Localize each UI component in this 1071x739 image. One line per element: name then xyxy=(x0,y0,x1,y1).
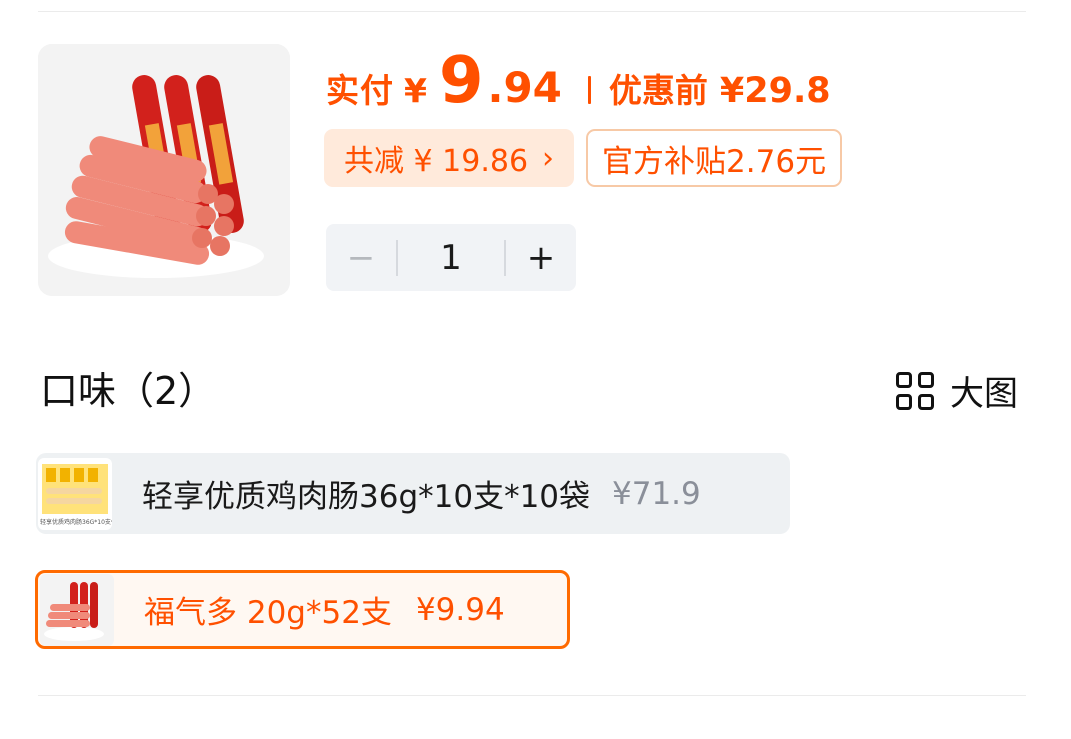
discount-tags: 共减 ¥ 19.86 › 官方补贴2.76元 xyxy=(324,129,843,187)
price-row: 实付 ¥ 9 .94 优惠前 ¥29.8 xyxy=(326,44,831,124)
variant-thumb-caption: 轻享优质鸡肉肠36G*10支*10袋 xyxy=(40,518,112,526)
paid-currency: ¥ xyxy=(404,71,427,110)
variant-name: 轻享优质鸡肉肠36g*10支*10袋 xyxy=(142,479,591,515)
total-discount-tag[interactable]: 共减 ¥ 19.86 › xyxy=(324,129,575,187)
top-divider xyxy=(38,11,1026,12)
original-price: ¥29.8 xyxy=(719,71,831,111)
variant-thumbnail: 轻享优质鸡肉肠36G*10支*10袋 xyxy=(38,457,112,530)
increase-button[interactable]: + xyxy=(506,238,576,278)
subsidy-text: 官方补贴2.76元 xyxy=(602,143,827,180)
variant-name: 福气多 20g*52支 xyxy=(144,595,392,631)
price-separator xyxy=(587,76,591,104)
product-image[interactable] xyxy=(38,44,290,296)
variant-price: ¥9.94 xyxy=(415,591,505,628)
variant-option-selected[interactable]: 福气多 20g*52支 ¥9.94 xyxy=(35,570,570,649)
variant-option[interactable]: 轻享优质鸡肉肠36G*10支*10袋 轻享优质鸡肉肠36g*10支*10袋 ¥7… xyxy=(36,453,790,534)
total-discount-text: 共减 ¥ 19.86 xyxy=(344,144,529,179)
chevron-right-icon: › xyxy=(542,140,555,176)
bottom-divider xyxy=(38,695,1026,696)
big-view-label: 大图 xyxy=(950,374,1018,414)
original-price-label: 优惠前 xyxy=(608,71,708,110)
flavor-section-title: 口味（2） xyxy=(40,369,217,413)
variant-thumbnail xyxy=(40,573,114,646)
decrease-button[interactable]: − xyxy=(326,238,396,278)
quantity-stepper: − 1 + xyxy=(326,224,576,291)
quantity-value[interactable]: 1 xyxy=(398,238,504,278)
grid-icon xyxy=(896,371,934,410)
big-view-toggle[interactable]: 大图 xyxy=(896,366,1018,415)
paid-price-integer: 9 xyxy=(438,44,484,118)
paid-label: 实付 xyxy=(326,71,394,110)
paid-price-decimal: .94 xyxy=(487,63,562,112)
variant-price: ¥71.9 xyxy=(612,475,701,512)
official-subsidy-tag: 官方补贴2.76元 xyxy=(586,129,843,187)
